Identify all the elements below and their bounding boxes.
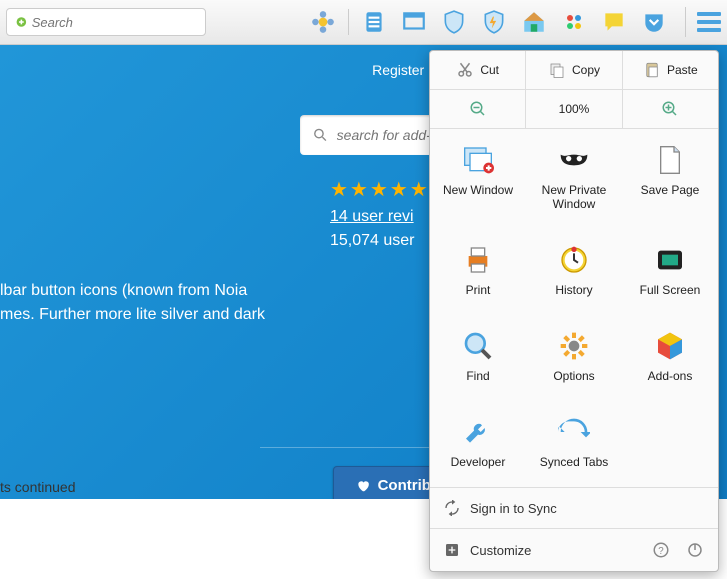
chat-icon[interactable]	[599, 7, 629, 37]
empty-slot	[622, 401, 718, 487]
print-button[interactable]: Print	[430, 229, 526, 315]
copy-icon	[548, 61, 566, 79]
options-label: Options	[553, 369, 594, 383]
menu-grid: New Window New Private Window Save Page …	[430, 129, 718, 487]
zoom-in-button[interactable]	[622, 90, 718, 128]
fullscreen-icon	[654, 244, 686, 276]
search-icon	[312, 126, 329, 144]
edit-row: Cut Copy Paste	[430, 51, 718, 90]
add-search-icon	[15, 15, 28, 29]
new-window-button[interactable]: New Window	[430, 129, 526, 229]
customize-label: Customize	[470, 543, 531, 558]
wrench-icon	[462, 416, 494, 448]
customize-button[interactable]: Customize	[444, 542, 531, 558]
sign-in-sync-button[interactable]: Sign in to Sync	[430, 487, 718, 528]
heart-icon	[356, 479, 370, 493]
options-button[interactable]: Options	[526, 315, 622, 401]
history-button[interactable]: History	[526, 229, 622, 315]
cut-label: Cut	[480, 63, 499, 77]
hamburger-menu-button[interactable]	[685, 7, 721, 37]
mask-icon	[558, 144, 590, 176]
save-page-label: Save Page	[641, 183, 700, 197]
sync-small-icon	[444, 500, 460, 516]
toolbar-divider	[348, 9, 349, 35]
svg-text:?: ?	[658, 546, 664, 557]
new-private-label: New Private Window	[530, 183, 618, 211]
new-private-window-button[interactable]: New Private Window	[526, 129, 622, 229]
sign-in-label: Sign in to Sync	[470, 501, 557, 516]
paste-label: Paste	[667, 63, 698, 77]
clock-icon	[558, 244, 590, 276]
find-button[interactable]: Find	[430, 315, 526, 401]
home-icon[interactable]	[519, 7, 549, 37]
synced-tabs-button[interactable]: Synced Tabs	[526, 401, 622, 487]
register-link[interactable]: Register	[372, 62, 424, 78]
copy-label: Copy	[572, 63, 600, 77]
addons-button[interactable]: Add-ons	[622, 315, 718, 401]
developer-button[interactable]: Developer	[430, 401, 526, 487]
cut-button[interactable]: Cut	[430, 51, 525, 89]
hamburger-menu-panel: Cut Copy Paste 100% New Window New Priva…	[429, 50, 719, 572]
paste-button[interactable]: Paste	[622, 51, 718, 89]
toolbar-icons	[308, 7, 721, 37]
copy-button[interactable]: Copy	[525, 51, 621, 89]
print-icon	[462, 244, 494, 276]
full-screen-button[interactable]: Full Screen	[622, 229, 718, 315]
clipboard-icon[interactable]	[359, 7, 389, 37]
palette-icon[interactable]	[559, 7, 589, 37]
url-search-box[interactable]	[6, 8, 206, 36]
new-window-label: New Window	[443, 183, 513, 197]
developer-label: Developer	[451, 455, 506, 469]
new-window-icon	[462, 144, 494, 176]
synced-tabs-label: Synced Tabs	[540, 455, 609, 469]
shield-icon[interactable]	[439, 7, 469, 37]
find-icon	[462, 330, 494, 362]
find-label: Find	[466, 369, 489, 383]
full-screen-label: Full Screen	[640, 283, 701, 297]
sync-icon	[558, 416, 590, 448]
window-icon[interactable]	[399, 7, 429, 37]
paste-icon	[643, 61, 661, 79]
zoom-out-button[interactable]	[430, 90, 525, 128]
continued-text: ts continued	[0, 477, 76, 498]
search-input[interactable]	[32, 15, 197, 30]
flower-icon[interactable]	[308, 7, 338, 37]
zoom-row: 100%	[430, 90, 718, 129]
cube-icon	[654, 330, 686, 362]
print-label: Print	[466, 283, 491, 297]
help-icon[interactable]: ?	[652, 541, 670, 559]
save-page-button[interactable]: Save Page	[622, 129, 718, 229]
plus-icon	[444, 542, 460, 558]
power-icon[interactable]	[686, 541, 704, 559]
zoom-level[interactable]: 100%	[525, 90, 621, 128]
shield-bolt-icon[interactable]	[479, 7, 509, 37]
history-label: History	[555, 283, 592, 297]
gear-icon	[558, 330, 590, 362]
zoom-in-icon	[661, 100, 679, 118]
customize-row: Customize ?	[430, 528, 718, 571]
pocket-icon[interactable]	[639, 7, 669, 37]
save-page-icon	[654, 144, 686, 176]
main-toolbar	[0, 0, 727, 45]
zoom-out-icon	[469, 100, 487, 118]
cut-icon	[456, 61, 474, 79]
addons-label: Add-ons	[648, 369, 693, 383]
